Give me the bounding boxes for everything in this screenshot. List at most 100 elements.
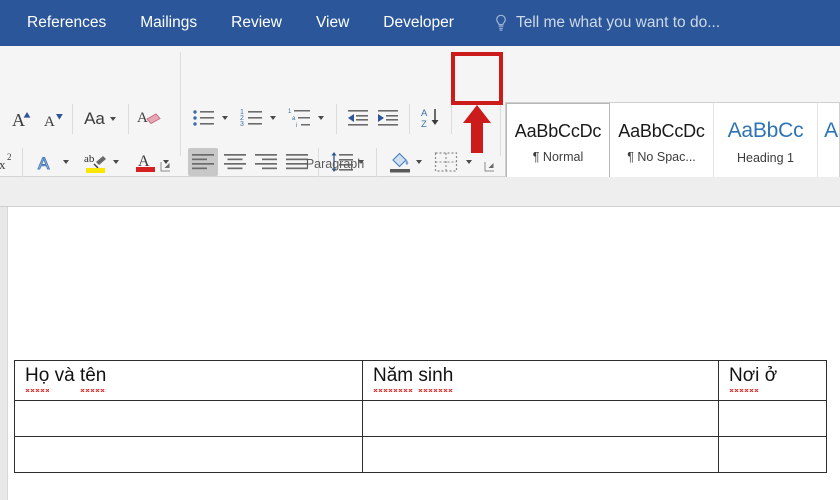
paragraph-dialog-launcher[interactable] — [484, 159, 495, 172]
table-cell-header-name[interactable]: Họ và tên — [14, 360, 363, 401]
clear-formatting-button[interactable]: A — [134, 104, 164, 134]
numbering-button[interactable]: 1 2 3 — [238, 104, 266, 132]
svg-text:A: A — [137, 110, 148, 126]
numbering-dropdown[interactable] — [266, 110, 280, 126]
table-cell[interactable] — [718, 400, 827, 437]
svg-text:A: A — [421, 108, 428, 119]
tell-me-search[interactable]: Tell me what you want to do... — [493, 14, 720, 32]
svg-text:2: 2 — [7, 152, 12, 162]
paragraph-group-label: Paragraph — [305, 157, 365, 171]
chevron-down-icon — [62, 160, 69, 164]
style-item-heading-2[interactable]: AaBbCcD Heading 2 — [818, 103, 839, 181]
decrease-indent-icon — [348, 110, 368, 126]
multilevel-list-icon: 1 a i — [288, 109, 310, 129]
svg-text:A: A — [12, 110, 25, 130]
table-cell-header-birthyear[interactable]: Năm sinh — [362, 360, 719, 401]
lightbulb-icon — [496, 14, 506, 31]
table-row — [14, 400, 827, 437]
grow-font-icon: A — [12, 110, 31, 130]
divider — [409, 104, 410, 134]
style-preview: AaBbCcD — [824, 119, 839, 142]
styles-gallery[interactable]: AaBbCcDc ¶ Normal AaBbCcDc ¶ No Spac... … — [505, 102, 840, 182]
table-row: Họ và tên Năm sinh Nơi ở — [14, 360, 827, 401]
bullet-list-icon — [193, 110, 214, 126]
change-case-button[interactable]: Aa — [78, 106, 122, 132]
style-item-heading-1[interactable]: AaBbCc Heading 1 — [714, 103, 818, 181]
style-item-no-spacing[interactable]: AaBbCcDc ¶ No Spac... — [610, 103, 714, 181]
style-name: ¶ No Spac... — [627, 149, 696, 164]
dialog-launcher-icon — [484, 162, 494, 172]
grow-font-button[interactable]: A — [8, 106, 38, 132]
numbered-list-icon: 1 2 3 — [240, 109, 262, 128]
multilevel-list-button[interactable]: 1 a i — [286, 104, 314, 132]
tell-me-placeholder: Tell me what you want to do... — [515, 14, 721, 31]
table-row — [14, 436, 827, 473]
style-preview: AaBbCcDc — [618, 120, 705, 141]
change-case-icon: Aa — [84, 109, 105, 128]
svg-text:x: x — [0, 157, 6, 172]
cell-text: Năm sinh — [373, 363, 454, 392]
text-highlight-color-icon: ab — [84, 153, 106, 173]
shrink-font-icon: A — [44, 114, 63, 130]
pilcrow-icon: ¶ — [471, 108, 483, 133]
tab-view[interactable]: View — [299, 0, 366, 46]
increase-indent-button[interactable] — [374, 104, 402, 132]
ribbon-body: A A Aa A x 2 A ab A 1 2 3 1 a i A Z ¶ Pa… — [0, 46, 840, 182]
document-left-gutter — [0, 207, 8, 500]
chevron-down-icon — [318, 116, 324, 120]
style-preview: AaBbCc — [727, 119, 804, 142]
text-effects-button[interactable]: A — [30, 148, 74, 176]
style-item-normal[interactable]: AaBbCcDc ¶ Normal — [506, 103, 610, 181]
word-window: References Mailings Review View Develope… — [0, 0, 840, 500]
document-table[interactable]: Họ và tên Năm sinh Nơi ở — [14, 360, 827, 473]
cell-text: Họ và tên — [25, 363, 107, 392]
dialog-launcher-icon — [160, 162, 170, 172]
ruler[interactable] — [0, 177, 840, 207]
document-page[interactable]: Họ và tên Năm sinh Nơi ở — [0, 207, 840, 500]
svg-text:Z: Z — [421, 119, 427, 130]
increase-indent-icon — [378, 110, 398, 126]
decrease-indent-button[interactable] — [344, 104, 372, 132]
tab-review[interactable]: Review — [214, 0, 299, 46]
shrink-font-button[interactable]: A — [40, 108, 68, 132]
tab-mailings[interactable]: Mailings — [123, 0, 214, 46]
ribbon-tab-bar: References Mailings Review View Develope… — [0, 0, 840, 46]
svg-text:A: A — [38, 154, 50, 173]
table-cell[interactable] — [362, 400, 719, 437]
group-divider — [500, 52, 501, 156]
svg-text:i: i — [296, 123, 297, 129]
sort-button[interactable]: A Z — [418, 104, 446, 132]
group-divider — [180, 52, 181, 156]
chevron-down-icon — [112, 160, 119, 164]
font-color-icon: A — [135, 153, 155, 172]
show-formatting-marks-button[interactable]: ¶ — [462, 106, 492, 136]
superscript-button[interactable]: x 2 — [0, 150, 18, 174]
table-cell[interactable] — [718, 436, 827, 473]
divider — [22, 148, 23, 178]
chevron-down-icon — [109, 117, 116, 121]
bullets-button[interactable] — [190, 104, 218, 132]
divider — [336, 104, 337, 134]
text-highlight-button[interactable]: ab — [78, 148, 124, 176]
chevron-down-icon — [270, 116, 276, 120]
text-effects-icon: A — [37, 153, 50, 173]
tab-developer[interactable]: Developer — [366, 0, 471, 46]
font-dialog-launcher[interactable] — [160, 159, 171, 172]
table-cell[interactable] — [362, 436, 719, 473]
style-preview: AaBbCcDc — [514, 120, 602, 141]
svg-text:3: 3 — [240, 121, 244, 128]
table-cell[interactable] — [14, 400, 363, 437]
divider — [72, 104, 73, 134]
svg-text:A: A — [44, 114, 55, 130]
divider — [451, 104, 452, 134]
bullets-dropdown[interactable] — [218, 110, 232, 126]
chevron-down-icon — [222, 116, 228, 120]
style-name: Heading 1 — [737, 151, 794, 165]
divider — [128, 104, 129, 134]
sort-az-icon: A Z — [421, 108, 439, 130]
tab-references[interactable]: References — [10, 0, 123, 46]
multilevel-list-dropdown[interactable] — [314, 110, 328, 126]
table-cell[interactable] — [14, 436, 363, 473]
cell-text: Nơi ở — [729, 363, 777, 392]
table-cell-header-address[interactable]: Nơi ở — [718, 360, 827, 401]
